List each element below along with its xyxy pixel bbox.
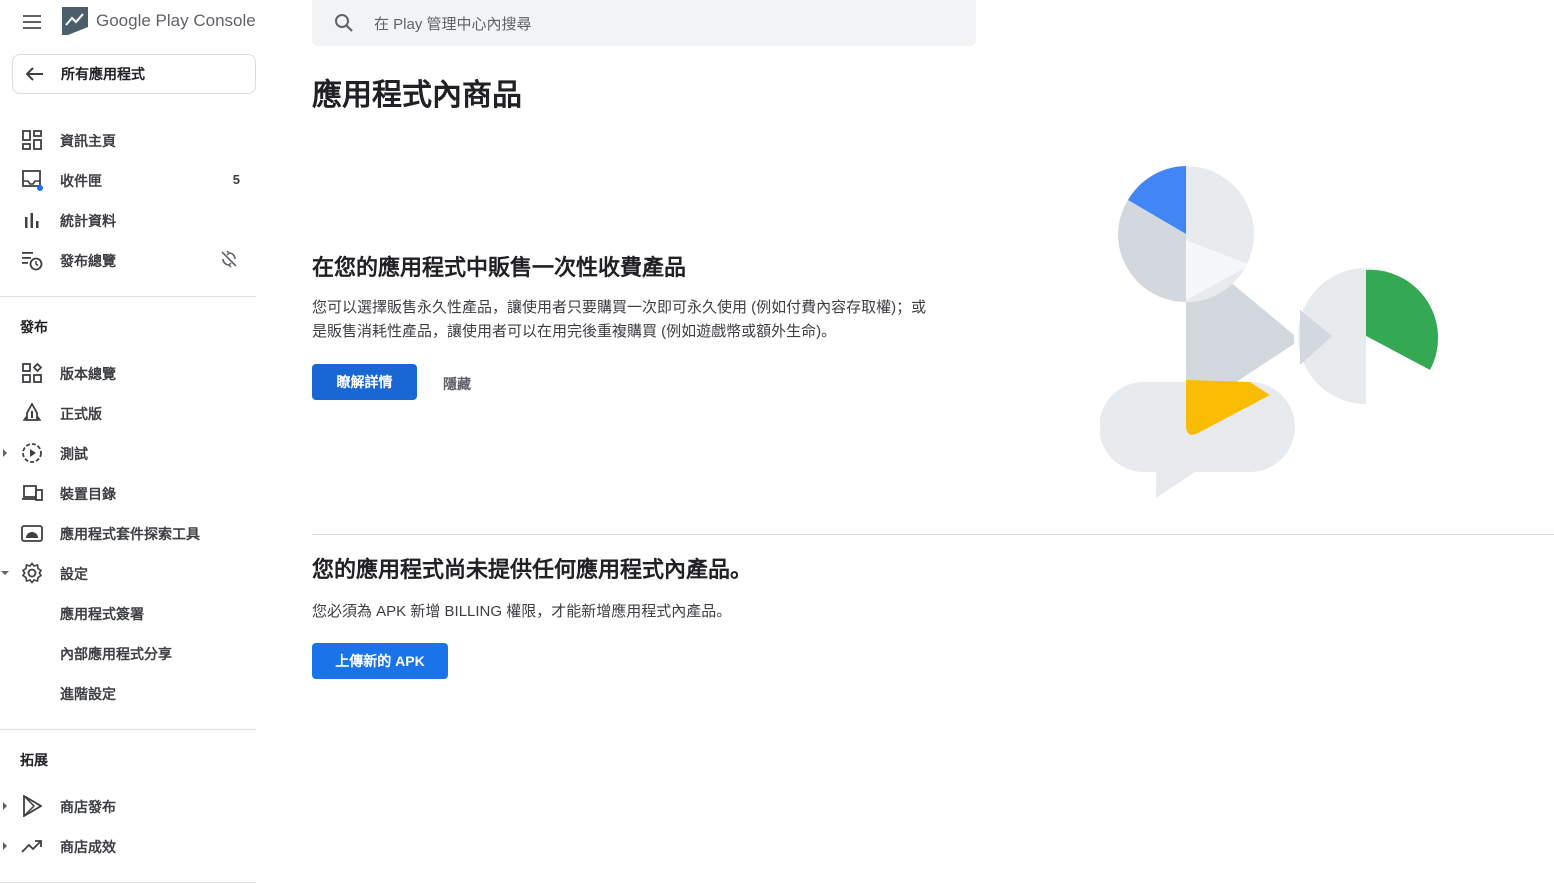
caret-right-icon[interactable] (0, 786, 10, 826)
bar-chart-icon (20, 208, 44, 232)
sidebar-item-store-presence[interactable]: 商店發布 (0, 786, 258, 826)
sidebar-item-label: 裝置目錄 (60, 486, 116, 502)
play-console-logo[interactable]: Google Play Console (60, 5, 256, 37)
logo-text: Google Play Console (96, 11, 256, 30)
sidebar-item-advanced-settings[interactable]: 進階設定 (0, 673, 258, 713)
section-title-grow: 拓展 (20, 752, 48, 768)
sidebar: Google Play Console 所有應用程式 資訊主頁 收件匣 5 統計… (0, 0, 258, 884)
sidebar-item-label: 應用程式套件探索工具 (60, 526, 200, 542)
dashboard-icon (20, 128, 44, 152)
sidebar-item-label: 發布總覽 (60, 253, 116, 269)
inbox-count-badge: 5 (232, 172, 240, 187)
page-title: 應用程式內商品 (312, 79, 522, 112)
sidebar-item-publishing-overview[interactable]: 發布總覽 (0, 240, 258, 280)
sidebar-item-label: 商店成效 (60, 839, 116, 855)
caret-right-icon[interactable] (0, 433, 10, 473)
gear-icon (20, 561, 44, 585)
sidebar-item-label: 內部應用程式分享 (60, 646, 172, 662)
trending-up-icon (20, 834, 44, 858)
sidebar-item-statistics[interactable]: 統計資料 (0, 200, 258, 240)
sidebar-divider (0, 882, 256, 883)
sidebar-item-label: 商店發布 (60, 799, 116, 815)
sidebar-item-store-performance[interactable]: 商店成效 (0, 826, 258, 866)
sidebar-item-testing[interactable]: 測試 (0, 433, 258, 473)
search-input[interactable]: 在 Play 管理中心內搜尋 (374, 13, 532, 34)
releases-overview-icon (20, 361, 44, 385)
hide-button[interactable]: 隱藏 (443, 374, 471, 394)
sidebar-divider (0, 729, 256, 730)
caret-down-icon[interactable] (0, 553, 10, 593)
section-divider (312, 534, 1554, 535)
sidebar-item-label: 統計資料 (60, 213, 116, 229)
sidebar-item-production[interactable]: 正式版 (0, 393, 258, 433)
sidebar-item-device-catalog[interactable]: 裝置目錄 (0, 473, 258, 513)
sidebar-item-label: 收件匣 (60, 173, 102, 189)
caret-right-icon[interactable] (0, 826, 10, 866)
sidebar-item-label: 設定 (60, 566, 88, 582)
arrow-back-icon (23, 62, 47, 86)
android-bundle-icon (20, 521, 44, 545)
hamburger-menu-icon (23, 15, 41, 29)
empty-state-title: 您的應用程式尚未提供任何應用程式內產品。 (312, 557, 753, 582)
sidebar-item-inbox[interactable]: 收件匣 5 (0, 160, 258, 200)
all-apps-label: 所有應用程式 (61, 66, 145, 82)
empty-state-description: 您必須為 APK 新增 BILLING 權限，才能新增應用程式內產品。 (312, 603, 732, 620)
section-title-release: 發布 (20, 319, 48, 335)
sidebar-divider (0, 296, 256, 297)
production-icon (20, 401, 44, 425)
sync-off-icon (220, 250, 240, 270)
sidebar-item-label: 版本總覽 (60, 366, 116, 382)
sidebar-header: Google Play Console (0, 0, 258, 44)
sidebar-item-dashboard[interactable]: 資訊主頁 (0, 120, 258, 160)
inbox-icon (20, 168, 44, 192)
sidebar-item-app-bundle-explorer[interactable]: 應用程式套件探索工具 (0, 513, 258, 553)
promo-description: 您可以選擇販售永久性產品，讓使用者只要購買一次即可永久使用 (例如付費內容存取權… (312, 299, 927, 340)
menu-button[interactable] (20, 10, 44, 34)
sidebar-item-label: 進階設定 (60, 686, 116, 702)
devices-icon (20, 481, 44, 505)
in-app-products-illustration (1100, 166, 1439, 498)
upload-apk-button[interactable]: 上傳新的 APK (312, 643, 448, 679)
play-store-icon (20, 794, 44, 818)
learn-more-button[interactable]: 瞭解詳情 (312, 364, 417, 400)
sidebar-item-label: 應用程式簽署 (60, 606, 144, 622)
sidebar-item-label: 正式版 (60, 406, 102, 422)
play-console-logo-icon (62, 7, 88, 35)
sidebar-item-label: 測試 (60, 446, 88, 462)
sidebar-item-app-signing[interactable]: 應用程式簽署 (0, 593, 258, 633)
sidebar-item-internal-app-sharing[interactable]: 內部應用程式分享 (0, 633, 258, 673)
sidebar-item-setup[interactable]: 設定 (0, 553, 258, 593)
search-bar[interactable]: 在 Play 管理中心內搜尋 (312, 0, 976, 46)
all-apps-button[interactable]: 所有應用程式 (12, 54, 256, 94)
publishing-history-icon (20, 248, 44, 272)
promo-title: 在您的應用程式中販售一次性收費產品 (312, 255, 687, 280)
search-icon (332, 11, 356, 35)
testing-icon (20, 441, 44, 465)
sidebar-item-releases-overview[interactable]: 版本總覽 (0, 353, 258, 393)
sidebar-item-label: 資訊主頁 (60, 133, 116, 149)
